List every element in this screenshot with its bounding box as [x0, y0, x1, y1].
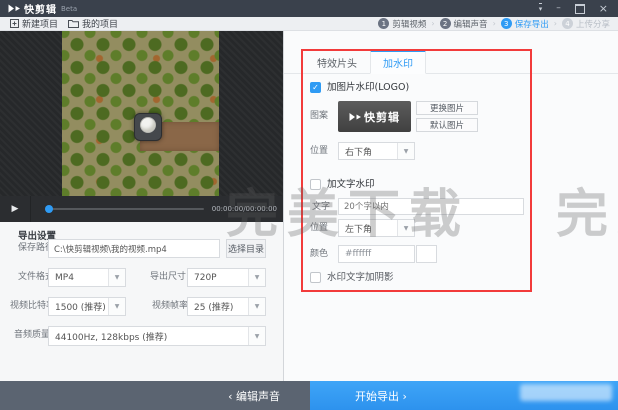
export-settings-section: 导出设置 保存路径 选择目录 文件格式 MP4 ▼ 导出尺寸 720P ▼ 视频…	[0, 222, 283, 381]
folder-icon	[68, 19, 79, 28]
window-controls: ▾ – ×	[539, 3, 608, 14]
logo-watermark-label: 加图片水印(LOGO)	[327, 82, 409, 93]
export-size-label: 导出尺寸	[150, 268, 186, 287]
color-input[interactable]: #ffffff	[338, 245, 415, 263]
app-logo-icon	[8, 4, 20, 13]
image-label: 图案	[310, 107, 328, 126]
video-preview	[0, 31, 283, 196]
watermark-panel: 特效片头 加水印 ✓ 加图片水印(LOGO) 图案 快剪辑 更换图片 默认图片 …	[284, 31, 618, 381]
plus-square-icon	[10, 19, 19, 28]
video-tank-dome	[140, 117, 156, 133]
text-watermark-checkbox[interactable]	[310, 179, 321, 190]
beta-badge: Beta	[61, 5, 77, 13]
text-shadow-checkbox[interactable]	[310, 272, 321, 283]
wizard-steps: 1 剪辑视频 › 2 编辑声音 › 3 保存导出 › 4 上传分享	[378, 18, 610, 30]
file-format-select[interactable]: MP4 ▼	[48, 268, 126, 287]
text-label: 文字	[312, 198, 330, 217]
default-image-button[interactable]: 默认图片	[416, 118, 478, 132]
chevron-down-icon: ▼	[397, 220, 414, 236]
check-icon: ✓	[312, 83, 319, 92]
chevron-down-icon: ▼	[248, 327, 265, 345]
close-icon[interactable]: ×	[599, 4, 608, 13]
video-frame	[62, 31, 219, 196]
logo-preview: 快剪辑	[338, 101, 411, 132]
audio-quality-label: 音频质量	[14, 326, 50, 345]
watermark-text-input[interactable]	[338, 198, 524, 215]
title-bar: 快剪辑 Beta ▾ – ×	[0, 0, 618, 17]
text-position-select[interactable]: 左下角 ▼	[338, 219, 415, 237]
logo-position-select[interactable]: 右下角 ▼	[338, 142, 415, 160]
text-watermark-label: 加文字水印	[327, 179, 375, 190]
tab-bar: 特效片头 加水印	[284, 50, 618, 74]
step-edit-audio[interactable]: 2 编辑声音	[440, 18, 488, 30]
change-image-button[interactable]: 更换图片	[416, 101, 478, 115]
save-path-input[interactable]	[48, 239, 220, 258]
step-edit-video[interactable]: 1 剪辑视频	[378, 18, 426, 30]
player-bar: ▶ 00:00:00/00:00:00	[0, 196, 283, 222]
new-project-button[interactable]: 新建项目	[10, 17, 58, 30]
chevron-right-icon: ›	[554, 19, 557, 28]
back-to-audio-button[interactable]: ‹ 编辑声音	[0, 381, 310, 410]
export-size-select[interactable]: 720P ▼	[187, 268, 266, 287]
my-projects-label: 我的项目	[82, 17, 118, 30]
maximize-icon[interactable]	[575, 4, 585, 14]
chevron-right-icon: ›	[431, 19, 434, 28]
step-upload-share[interactable]: 4 上传分享	[562, 18, 610, 30]
audio-quality-select[interactable]: 44100Hz, 128kbps (推荐) ▼	[48, 326, 266, 346]
app-logo-icon	[349, 112, 361, 122]
tab-intro-effects[interactable]: 特效片头	[304, 50, 370, 73]
seek-slider[interactable]	[37, 196, 206, 222]
choose-directory-button[interactable]: 选择目录	[226, 239, 266, 258]
text-shadow-label: 水印文字加阴影	[327, 272, 394, 283]
video-fps-select[interactable]: 25 (推荐) ▼	[187, 297, 266, 316]
slider-handle[interactable]	[45, 205, 53, 213]
color-swatch[interactable]	[416, 245, 437, 263]
slider-track	[47, 208, 204, 210]
color-label: 颜色	[310, 245, 328, 264]
my-projects-button[interactable]: 我的项目	[68, 17, 118, 30]
chevron-down-icon: ▼	[397, 143, 414, 159]
footer-bar: ‹ 编辑声音 开始导出 ›	[0, 381, 618, 410]
time-display: 00:00:00/00:00:00	[212, 205, 277, 213]
play-button[interactable]: ▶	[0, 196, 31, 222]
chevron-down-icon: ▼	[248, 269, 265, 286]
tab-add-watermark[interactable]: 加水印	[370, 50, 426, 74]
left-panel: ▶ 00:00:00/00:00:00 导出设置 保存路径 选择目录 文件格式 …	[0, 31, 283, 381]
start-export-button[interactable]: 开始导出 ›	[310, 381, 618, 410]
skin-menu-icon[interactable]: ▾	[539, 3, 543, 14]
step-save-export[interactable]: 3 保存导出	[501, 18, 549, 30]
video-bitrate-select[interactable]: 1500 (推荐) ▼	[48, 297, 126, 316]
project-toolbar: 新建项目 我的项目 1 剪辑视频 › 2 编辑声音 › 3 保存导出 ›	[0, 17, 618, 31]
chevron-down-icon: ▼	[108, 298, 125, 315]
chevron-right-icon: ›	[493, 19, 496, 28]
app-window: 快剪辑 Beta ▾ – × 新建项目 我的项目 1 剪辑视频	[0, 0, 618, 410]
logo-preview-text: 快剪辑	[364, 109, 400, 125]
chevron-down-icon: ▼	[248, 298, 265, 315]
minimize-icon[interactable]: –	[556, 4, 561, 13]
text-position-label: 位置	[310, 219, 328, 238]
new-project-label: 新建项目	[22, 17, 58, 30]
app-title: 快剪辑	[24, 1, 57, 16]
logo-position-label: 位置	[310, 142, 328, 161]
logo-watermark-checkbox[interactable]: ✓	[310, 82, 321, 93]
video-fps-label: 视频帧率	[152, 297, 188, 316]
chevron-down-icon: ▼	[108, 269, 125, 286]
